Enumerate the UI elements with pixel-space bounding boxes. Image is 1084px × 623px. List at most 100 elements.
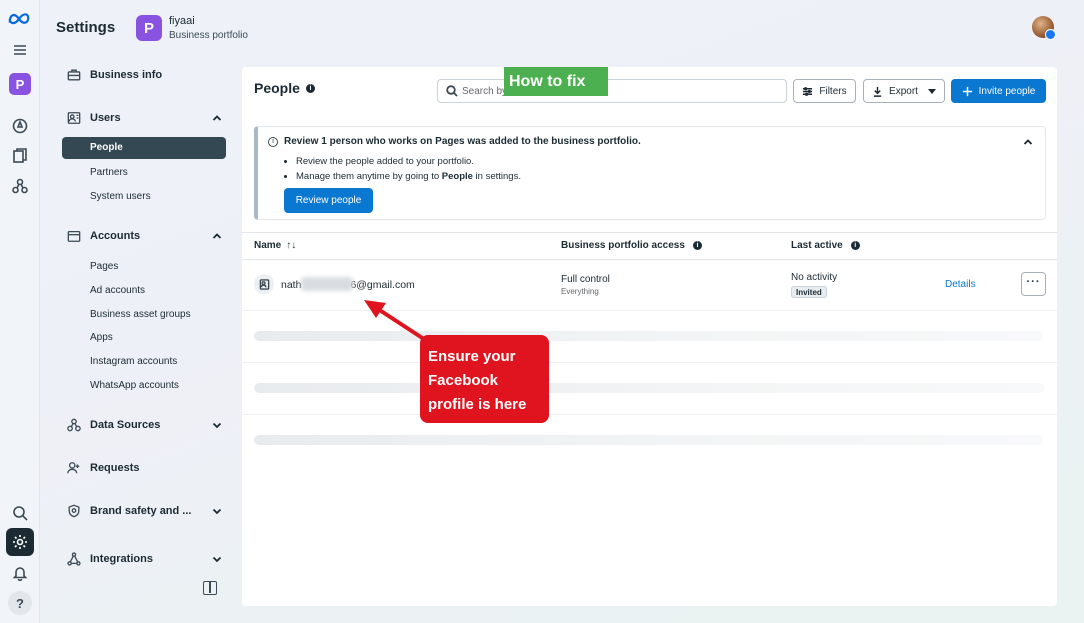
sidebar-section-data-sources[interactable]: Data Sources (62, 417, 222, 433)
notice-list: Review the people added to your portfoli… (296, 156, 521, 186)
person-badge-icon (254, 274, 274, 294)
invite-people-button[interactable]: Invite people (951, 79, 1046, 103)
sidebar-item-whatsapp-accounts[interactable]: WhatsApp accounts (90, 380, 179, 391)
portfolio-subtitle: Business portfolio (169, 30, 248, 41)
chevron-up-icon[interactable] (212, 113, 222, 123)
person-add-icon (66, 460, 82, 476)
search-icon (446, 85, 458, 97)
people-link-text: People (441, 171, 473, 182)
notice-bullet: Review the people added to your portfoli… (296, 156, 521, 167)
header-label: Business portfolio access (561, 240, 685, 251)
column-header-access: Business portfolio access i (561, 240, 702, 251)
loading-row (242, 414, 1057, 466)
settings-gear-icon[interactable] (6, 528, 34, 556)
help-icon[interactable]: ? (8, 591, 32, 615)
sidebar-section-integrations[interactable]: Integrations (62, 551, 222, 567)
business-graph-icon[interactable] (8, 174, 32, 198)
review-people-button[interactable]: Review people (284, 188, 373, 213)
info-icon[interactable]: i (306, 84, 315, 93)
compass-icon[interactable] (8, 114, 32, 138)
left-rail: P ? (0, 0, 40, 623)
last-active-value: No activity (791, 272, 838, 283)
loading-row (242, 310, 1057, 362)
sidebar-item-pages[interactable]: Pages (90, 261, 118, 272)
sidebar-item-label: Brand safety and ... (90, 505, 192, 517)
search-icon[interactable] (8, 501, 32, 525)
sidebar-item-apps[interactable]: Apps (90, 332, 113, 343)
notice-text: Manage them anytime by going to (296, 171, 442, 182)
sidebar-item-requests[interactable]: Requests (62, 460, 222, 476)
sidebar-item-people[interactable]: People (62, 137, 226, 159)
sidebar-item-label: Accounts (90, 230, 141, 242)
how-to-fix-banner: How to fix (504, 67, 608, 96)
info-icon[interactable]: i (850, 241, 860, 250)
review-notice: i Review 1 person who works on Pages was… (254, 126, 1046, 220)
email-suffix: 6@gmail.com (350, 279, 415, 291)
data-sources-icon (66, 417, 82, 433)
sliders-icon (803, 86, 813, 96)
sidebar-section-users[interactable]: Users (62, 110, 222, 126)
redacted-text (301, 277, 353, 291)
chevron-up-icon[interactable] (1023, 137, 1033, 150)
notifications-bell-icon[interactable] (8, 561, 32, 585)
more-options-button[interactable]: ··· (1021, 272, 1046, 296)
sidebar-item-business-asset-groups[interactable]: Business asset groups (90, 309, 191, 320)
collapse-sidebar-icon[interactable] (203, 581, 217, 595)
filters-button[interactable]: Filters (793, 79, 856, 103)
section-title: People (254, 80, 300, 96)
export-button[interactable]: Export (863, 79, 945, 103)
sidebar-item-system-users[interactable]: System users (90, 191, 151, 202)
chevron-down-icon[interactable] (212, 506, 222, 516)
sidebar-item-ad-accounts[interactable]: Ad accounts (90, 285, 145, 296)
page-title: Settings (56, 19, 116, 36)
briefcase-icon (66, 67, 82, 83)
column-header-last-active: Last active i (791, 240, 860, 251)
plus-icon (962, 86, 972, 96)
sidebar-item-label: Business info (90, 69, 163, 81)
divider (242, 232, 1057, 233)
loading-row (242, 362, 1057, 414)
sort-icon[interactable]: ↑↓ (286, 240, 296, 251)
header-label: Name (254, 240, 282, 251)
portfolio-avatar[interactable]: P (136, 15, 162, 41)
meta-logo-icon[interactable] (7, 6, 31, 30)
access-level: Full control (561, 274, 610, 285)
callout-line: Facebook (428, 372, 499, 389)
sidebar-section-brand-safety[interactable]: Brand safety and ... (62, 503, 222, 519)
portfolio-switch-button[interactable]: P (8, 72, 32, 96)
sidebar-item-label: Requests (90, 462, 140, 474)
user-avatar[interactable] (1032, 16, 1056, 40)
chevron-down-icon[interactable] (212, 554, 222, 564)
chevron-down-icon[interactable] (212, 420, 222, 430)
menu-icon[interactable] (8, 38, 32, 62)
email-prefix: nath (281, 279, 302, 291)
search-box[interactable] (437, 79, 787, 103)
shield-icon (66, 503, 82, 519)
callout-line: profile is here (428, 396, 527, 413)
sidebar-item-instagram-accounts[interactable]: Instagram accounts (90, 356, 177, 367)
caret-down-icon (927, 88, 936, 94)
users-icon (66, 110, 82, 126)
chevron-up-icon[interactable] (212, 231, 222, 241)
notice-title: Review 1 person who works on Pages was a… (284, 136, 641, 147)
filters-label: Filters (819, 85, 847, 97)
export-label: Export (889, 85, 918, 97)
sidebar-item-label: Data Sources (90, 419, 161, 431)
status-badge: Invited (791, 286, 827, 298)
info-icon[interactable]: i (692, 241, 702, 250)
sidebar-item-partners[interactable]: Partners (90, 167, 128, 178)
accounts-icon (66, 228, 82, 244)
notice-bullet: Manage them anytime by going to People i… (296, 171, 521, 182)
column-header-name[interactable]: Name ↑↓ (254, 240, 296, 251)
callout-line: Ensure your (428, 348, 516, 365)
portfolio-badge-icon: P (9, 73, 31, 95)
header-label: Last active (791, 240, 843, 251)
sidebar-item-label: Users (90, 112, 121, 124)
divider (242, 259, 1057, 260)
sidebar-section-accounts[interactable]: Accounts (62, 228, 222, 244)
skeleton-bar (254, 331, 1044, 341)
details-link[interactable]: Details (945, 279, 976, 290)
sidebar-item-business-info[interactable]: Business info (62, 67, 222, 83)
pages-icon[interactable] (8, 144, 32, 168)
portfolio-name[interactable]: fiyaai (169, 15, 195, 27)
